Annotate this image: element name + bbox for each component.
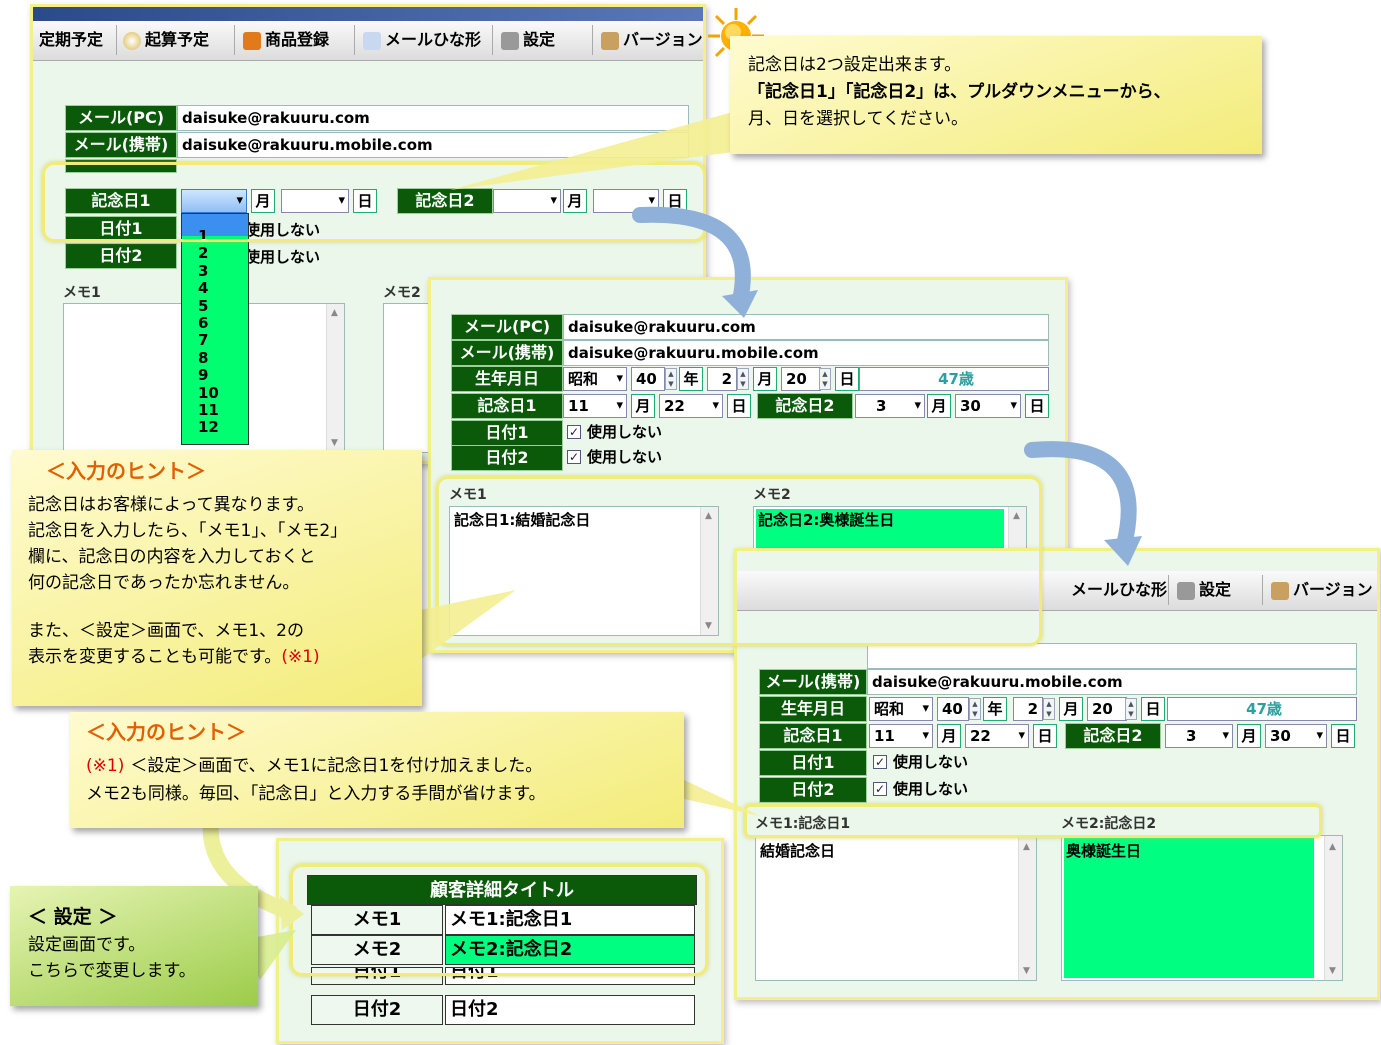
hint-text: 記念日を入力したら、「メモ1」、「メモ2」 bbox=[28, 521, 348, 541]
hint-text: ＜設定＞画面で、メモ1に記念日1を付け加えました。 bbox=[130, 756, 543, 776]
settings-callout-text: 設定画面です。 bbox=[28, 935, 146, 955]
callout-text: 記念日は2つ設定出来ます。 bbox=[748, 55, 962, 75]
hint-text: また、＜設定＞画面で、メモ1、2の bbox=[28, 621, 304, 641]
settings-callout-title: ＜ 設定 ＞ bbox=[28, 906, 118, 928]
top-callout: 記念日は2つ設定出来ます。 「記念日1」「記念日2」は、プルダウンメニューから、… bbox=[730, 36, 1262, 154]
hint-text: 欄に、記念日の内容を入力しておくと bbox=[28, 547, 316, 567]
hint-text: 表示を変更することも可能です。 bbox=[28, 647, 282, 667]
hint-title: ＜入力のヒント＞ bbox=[46, 459, 206, 483]
hint-title: ＜入力のヒント＞ bbox=[86, 720, 246, 744]
hint-text: 何の記念日であったか忘れません。 bbox=[28, 573, 300, 593]
hint-callout-2: ＜入力のヒント＞ (※1) ＜設定＞画面で、メモ1に記念日1を付け加えました。 メ… bbox=[70, 712, 684, 828]
callout-text: 月、日を選択してください。 bbox=[748, 109, 968, 129]
hint-text: 記念日はお客様によって異なります。 bbox=[28, 495, 314, 515]
hint-callout-1: ＜入力のヒント＞ 記念日はお客様によって異なります。 記念日を入力したら、「メモ… bbox=[12, 450, 422, 706]
hint-text: メモ2も同様。毎回、「記念日」と入力する手間が省けます。 bbox=[86, 784, 546, 804]
settings-callout-text: こちらで変更します。 bbox=[28, 961, 196, 981]
callout-text: 「記念日1」「記念日2」は、プルダウンメニューから、 bbox=[748, 82, 1171, 102]
hint-note: (※1) bbox=[281, 647, 320, 667]
settings-callout: ＜ 設定 ＞ 設定画面です。 こちらで変更します。 bbox=[10, 886, 258, 1006]
hint-note: (※1) bbox=[86, 756, 125, 776]
